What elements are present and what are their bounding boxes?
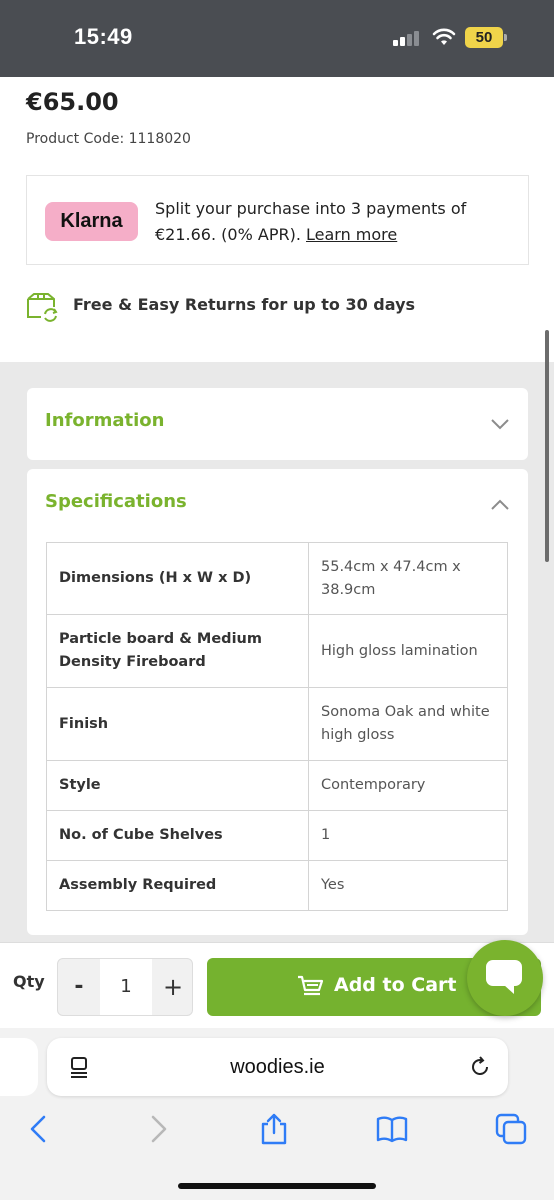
table-row: Assembly Required Yes	[46, 860, 508, 911]
spec-value: Yes	[308, 860, 508, 911]
spec-label: Assembly Required	[46, 860, 309, 911]
accordion-specifications-title[interactable]: Specifications	[45, 491, 187, 512]
bookmarks-icon[interactable]	[375, 1112, 409, 1146]
klarna-logo: Klarna	[45, 202, 138, 241]
status-bar: 15:49 50	[0, 0, 554, 77]
klarna-learn-more-link[interactable]: Learn more	[306, 225, 397, 244]
product-price: €65.00	[26, 88, 119, 116]
spec-label: Particle board & Medium Density Fireboar…	[46, 614, 309, 688]
table-row: Particle board & Medium Density Fireboar…	[46, 614, 508, 688]
table-row: Finish Sonoma Oak and white high gloss	[46, 687, 508, 761]
spec-value: 1	[308, 810, 508, 861]
spec-label: No. of Cube Shelves	[46, 810, 309, 861]
product-code: Product Code: 1118020	[26, 131, 191, 147]
chevron-up-icon[interactable]	[490, 495, 510, 515]
spec-label: Finish	[46, 687, 309, 761]
tabs-icon[interactable]	[494, 1112, 528, 1146]
back-icon[interactable]	[22, 1112, 56, 1146]
klarna-banner: Klarna Split your purchase into 3 paymen…	[26, 175, 529, 265]
cart-icon	[298, 975, 324, 996]
signal-icon	[393, 30, 421, 46]
returns-icon	[27, 293, 58, 322]
returns-info: Free & Easy Returns for up to 30 days	[73, 295, 416, 314]
spec-value: 55.4cm x 47.4cm x 38.9cm	[308, 542, 508, 615]
home-indicator	[178, 1183, 376, 1189]
status-time: 15:49	[74, 24, 133, 49]
qty-label: Qty	[13, 972, 45, 991]
spec-value: High gloss lamination	[308, 614, 508, 688]
specifications-table: Dimensions (H x W x D) 55.4cm x 47.4cm x…	[46, 542, 508, 911]
table-row: Dimensions (H x W x D) 55.4cm x 47.4cm x…	[46, 542, 508, 615]
spec-label: Style	[46, 760, 309, 811]
qty-increase-button[interactable]: +	[152, 959, 194, 1015]
spec-value: Contemporary	[308, 760, 508, 811]
share-icon[interactable]	[257, 1112, 291, 1146]
spec-value: Sonoma Oak and white high gloss	[308, 687, 508, 761]
spec-label: Dimensions (H x W x D)	[46, 542, 309, 615]
address-bar[interactable]: woodies.ie	[47, 1038, 508, 1096]
reload-icon[interactable]	[468, 1055, 492, 1079]
qty-decrease-button[interactable]: -	[58, 959, 100, 1015]
battery-tip	[504, 34, 507, 41]
klarna-message: Split your purchase into 3 payments of €…	[155, 196, 515, 248]
chat-button[interactable]	[467, 940, 543, 1016]
chat-icon	[486, 960, 522, 994]
table-row: Style Contemporary	[46, 760, 508, 811]
accordion-information-title: Information	[45, 410, 165, 431]
wifi-icon	[432, 28, 456, 45]
accordion-specifications: Specifications Dimensions (H x W x D) 55…	[27, 469, 528, 935]
add-to-cart-label: Add to Cart	[334, 974, 457, 996]
previous-tab[interactable]	[0, 1038, 38, 1096]
quantity-stepper: - 1 +	[57, 958, 193, 1016]
accordion-information[interactable]: Information	[27, 388, 528, 460]
table-row: No. of Cube Shelves 1	[46, 810, 508, 861]
qty-input[interactable]: 1	[100, 959, 152, 1015]
battery-icon: 50	[465, 27, 503, 48]
chevron-down-icon	[491, 419, 509, 430]
url-text: woodies.ie	[230, 1056, 325, 1078]
scrollbar[interactable]	[545, 330, 549, 562]
forward-icon[interactable]	[141, 1112, 175, 1146]
